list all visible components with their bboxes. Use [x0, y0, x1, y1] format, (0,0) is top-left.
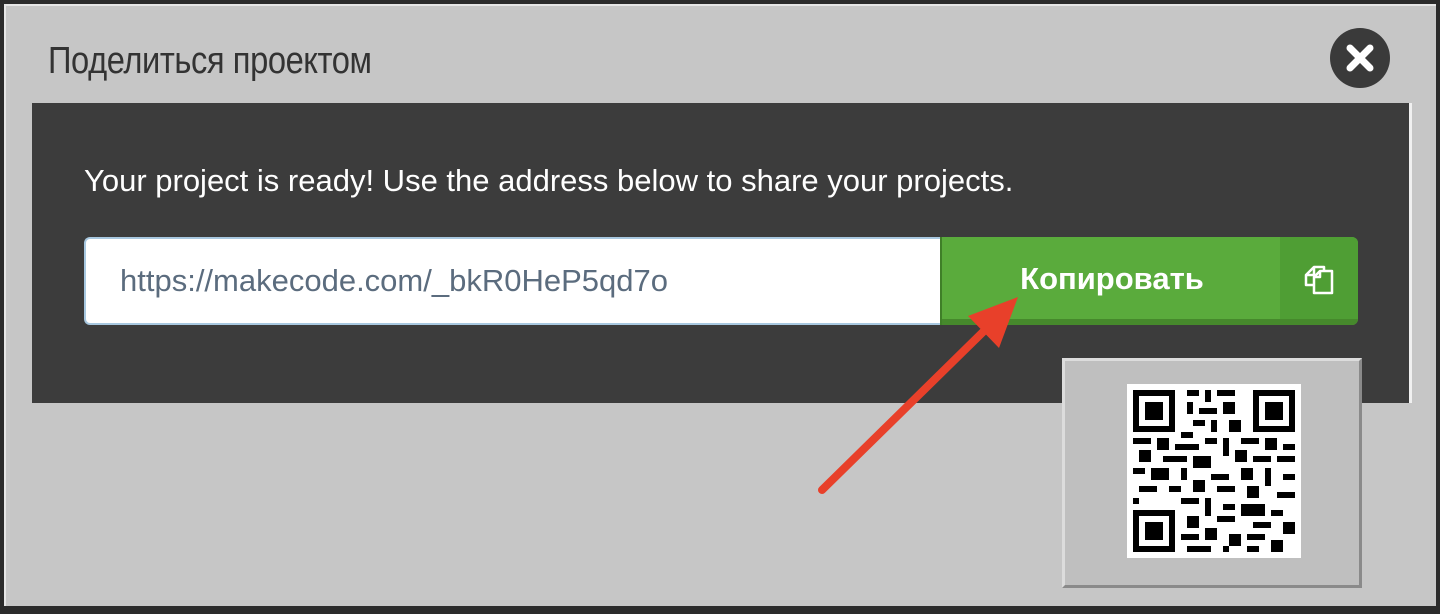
share-dialog: Поделиться проектом Your project is read…: [4, 4, 1436, 606]
qr-code: [1127, 384, 1301, 558]
copy-icon: [1304, 265, 1334, 295]
copy-button-label: Копировать: [1020, 261, 1204, 296]
dialog-title: Поделиться проектом: [48, 40, 372, 82]
copy-icon-area[interactable]: [1280, 237, 1358, 319]
qr-code-box: [1062, 358, 1362, 588]
copy-button[interactable]: Копировать: [940, 237, 1358, 325]
share-message: Your project is ready! Use the address b…: [84, 163, 1014, 198]
close-button[interactable]: [1330, 28, 1390, 88]
close-icon: [1332, 30, 1388, 86]
share-url-input[interactable]: [84, 237, 940, 325]
